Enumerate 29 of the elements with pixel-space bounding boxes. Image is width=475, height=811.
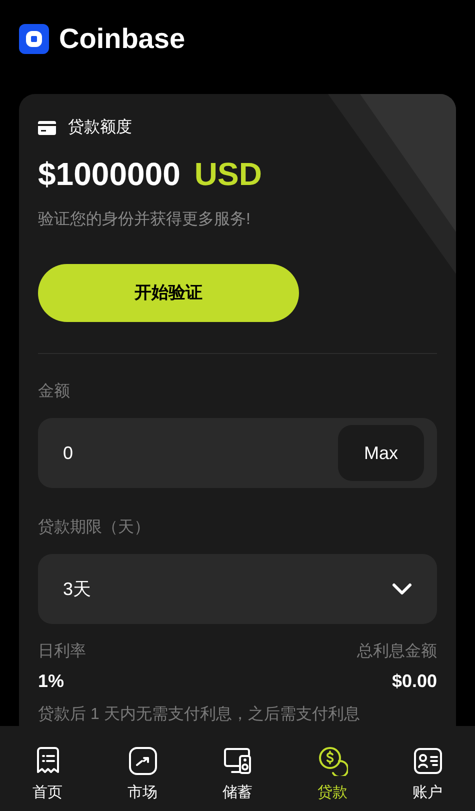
nav-tab[interactable]: 首页: [0, 746, 95, 802]
nav-tab[interactable]: 贷款: [285, 746, 380, 802]
devices-icon: [224, 747, 252, 775]
credit-amount: $1000000: [38, 155, 180, 194]
coins-icon: [318, 746, 348, 776]
nav-tab[interactable]: 账户: [380, 746, 475, 802]
term-select[interactable]: 3天: [38, 554, 437, 624]
stat-label: 总利息金额: [357, 642, 437, 662]
nav-tab[interactable]: 市场: [95, 746, 190, 802]
term-label: 贷款期限（天）: [38, 518, 151, 538]
stat-value: $0.00: [392, 670, 437, 693]
currency-label: USD: [194, 155, 262, 194]
trend-icon: [128, 747, 156, 775]
logo-icon: [19, 24, 49, 54]
receipt-icon: [34, 747, 60, 775]
chevron-down-icon: [392, 583, 412, 595]
card-icon: [38, 121, 56, 135]
stat-label: 日利率: [38, 642, 86, 662]
max-button[interactable]: Max: [338, 425, 424, 481]
amount-field[interactable]: 0 Max: [38, 418, 437, 488]
interest-note: 贷款后 1 天内无需支付利息，之后需支付利息: [38, 704, 361, 725]
brand-name: Coinbase: [59, 23, 186, 55]
nav-tab[interactable]: 储蓄: [190, 746, 285, 802]
amount-label: 金额: [38, 382, 71, 402]
verify-hint: 验证您的身份并获得更多服务!: [38, 210, 252, 230]
id-card-icon: [414, 748, 442, 774]
stat-value: 1%: [38, 670, 64, 693]
verify-button[interactable]: 开始验证: [38, 264, 299, 322]
credit-title: 贷款额度: [68, 118, 132, 138]
